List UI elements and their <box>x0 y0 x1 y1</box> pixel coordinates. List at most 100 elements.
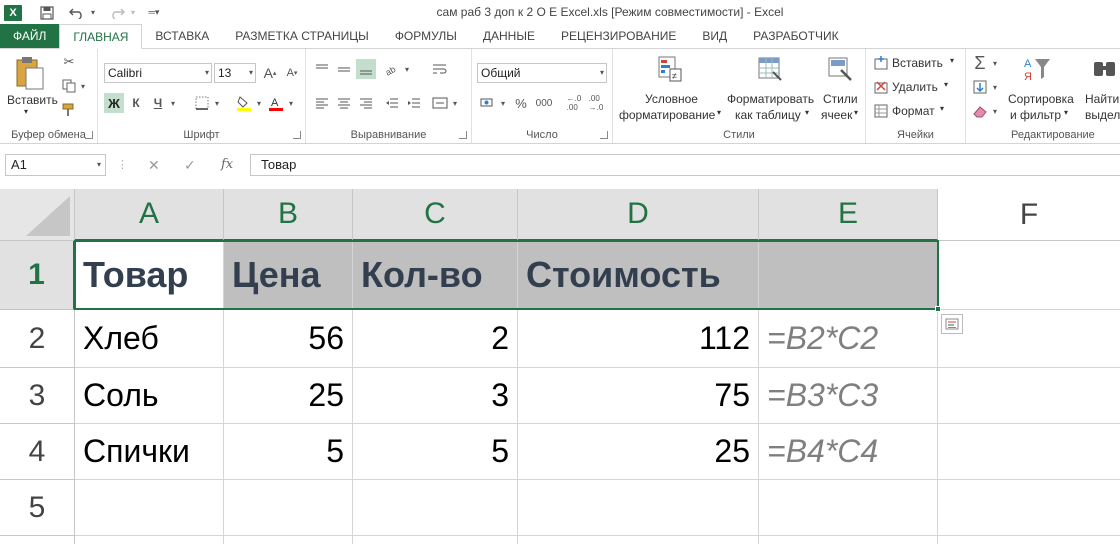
paste-icon[interactable] <box>12 55 48 91</box>
align-right-icon[interactable] <box>356 93 376 113</box>
font-size-combo[interactable]: 13 ▾ <box>214 63 256 83</box>
cell-styles-label-2[interactable]: ячеек <box>821 108 852 122</box>
merge-center-icon[interactable] <box>430 93 450 113</box>
cell-d4[interactable]: 25 <box>518 424 759 480</box>
cell-a5[interactable] <box>75 480 224 536</box>
decrease-decimal-icon[interactable]: .00 →.0 <box>586 93 606 113</box>
increase-indent-icon[interactable] <box>404 93 424 113</box>
column-header-f[interactable]: F <box>938 189 1120 241</box>
autosum-dropdown-icon[interactable]: ▾ <box>990 53 1000 73</box>
cell-f2[interactable] <box>938 310 1120 368</box>
sort-filter-icon[interactable]: АЯ <box>1022 53 1052 85</box>
format-cells-dropdown-icon[interactable]: ▾ <box>940 104 944 113</box>
borders-dropdown-icon[interactable]: ▾ <box>212 93 222 113</box>
row-header-3[interactable]: 3 <box>0 368 75 424</box>
font-color-icon[interactable]: A <box>266 93 286 113</box>
font-name-combo[interactable]: Calibri ▾ <box>104 63 212 83</box>
wrap-text-icon[interactable] <box>430 59 450 79</box>
cancel-entry-icon[interactable]: ✕ <box>148 154 160 176</box>
underline-dropdown-icon[interactable]: ▾ <box>168 93 178 113</box>
underline-button[interactable]: Ч <box>148 93 168 113</box>
cell-b2[interactable]: 56 <box>224 310 353 368</box>
cell-e2[interactable]: =B2*C2 <box>759 310 938 368</box>
cell-b5[interactable] <box>224 480 353 536</box>
cell-f5[interactable] <box>938 480 1120 536</box>
cell-styles-icon[interactable] <box>825 53 855 85</box>
sort-filter-label-1[interactable]: Сортировка <box>1008 92 1074 106</box>
bold-button[interactable]: Ж <box>104 93 124 113</box>
align-top-icon[interactable] <box>312 59 332 79</box>
cell-c3[interactable]: 3 <box>353 368 518 424</box>
insert-function-icon[interactable]: fx <box>221 154 233 176</box>
percent-style-icon[interactable]: % <box>512 93 530 113</box>
cell-d5[interactable] <box>518 480 759 536</box>
orientation-icon[interactable]: ab <box>382 59 402 79</box>
fill-color-dropdown-icon[interactable]: ▾ <box>254 93 264 113</box>
copy-icon[interactable] <box>60 77 78 95</box>
cell-c6[interactable] <box>353 536 518 544</box>
column-header-e[interactable]: E <box>759 189 938 241</box>
grow-font-icon[interactable]: A ▴ <box>260 63 280 83</box>
accounting-format-icon[interactable] <box>478 93 498 113</box>
tab-home[interactable]: ГЛАВНАЯ <box>59 24 143 49</box>
alignment-launcher-icon[interactable] <box>459 131 467 139</box>
italic-button[interactable]: К <box>126 93 146 113</box>
cell-a4[interactable]: Спички <box>75 424 224 480</box>
number-format-combo[interactable]: Общий ▾ <box>477 63 607 83</box>
confirm-entry-icon[interactable]: ✓ <box>184 154 196 176</box>
cut-icon[interactable]: ✂ <box>60 53 78 71</box>
column-header-a[interactable]: A <box>75 189 224 241</box>
cell-f4[interactable] <box>938 424 1120 480</box>
cell-a2[interactable]: Хлеб <box>75 310 224 368</box>
cell-d6[interactable] <box>518 536 759 544</box>
cell-a3[interactable]: Соль <box>75 368 224 424</box>
cell-c1[interactable]: Кол-во <box>353 241 518 310</box>
select-all-button[interactable] <box>0 189 75 241</box>
sort-filter-dropdown-icon[interactable]: ▾ <box>1064 108 1068 117</box>
orientation-dropdown-icon[interactable]: ▾ <box>402 59 412 79</box>
cell-c2[interactable]: 2 <box>353 310 518 368</box>
number-launcher-icon[interactable] <box>600 131 608 139</box>
conditional-formatting-label-2[interactable]: форматирование <box>619 108 715 122</box>
align-middle-icon[interactable] <box>334 59 354 79</box>
conditional-formatting-icon[interactable]: ≠ <box>655 53 685 85</box>
row-header-4[interactable]: 4 <box>0 424 75 480</box>
align-center-icon[interactable] <box>334 93 354 113</box>
align-left-icon[interactable] <box>312 93 332 113</box>
cell-b4[interactable]: 5 <box>224 424 353 480</box>
column-header-b[interactable]: B <box>224 189 353 241</box>
row-header-6[interactable] <box>0 536 75 544</box>
cell-e6[interactable] <box>759 536 938 544</box>
tab-page-layout[interactable]: РАЗМЕТКА СТРАНИЦЫ <box>222 24 382 48</box>
cell-e1[interactable] <box>759 241 938 310</box>
cell-f3[interactable] <box>938 368 1120 424</box>
fill-icon[interactable] <box>970 77 990 97</box>
cell-b3[interactable]: 25 <box>224 368 353 424</box>
shrink-font-icon[interactable]: A ▾ <box>282 63 302 83</box>
cell-styles-label-1[interactable]: Стили <box>823 92 858 106</box>
formula-input[interactable]: Товар <box>250 154 1120 176</box>
delete-cells-label[interactable]: Удалить <box>892 80 938 94</box>
format-cells-label[interactable]: Формат <box>892 104 935 118</box>
format-as-table-icon[interactable] <box>755 53 785 85</box>
quick-analysis-icon[interactable] <box>941 314 963 334</box>
cell-styles-dropdown-icon[interactable]: ▾ <box>854 108 858 117</box>
clear-dropdown-icon[interactable]: ▾ <box>990 101 1000 121</box>
cell-a6[interactable] <box>75 536 224 544</box>
column-header-c[interactable]: C <box>353 189 518 241</box>
cell-d3[interactable]: 75 <box>518 368 759 424</box>
paste-label[interactable]: Вставить <box>7 93 58 107</box>
clear-icon[interactable] <box>970 101 990 121</box>
conditional-formatting-dropdown-icon[interactable]: ▾ <box>717 108 721 117</box>
cell-e4[interactable]: =B4*C4 <box>759 424 938 480</box>
cell-a1[interactable]: Товар <box>75 241 224 310</box>
find-select-icon[interactable] <box>1090 53 1120 85</box>
copy-dropdown-icon[interactable]: ▾ <box>78 77 88 95</box>
cell-b1[interactable]: Цена <box>224 241 353 310</box>
cell-f1[interactable] <box>938 241 1120 310</box>
cell-d1[interactable]: Стоимость <box>518 241 759 310</box>
delete-cells-dropdown-icon[interactable]: ▾ <box>944 80 948 89</box>
autosum-icon[interactable]: Σ <box>970 53 990 73</box>
insert-cells-icon[interactable] <box>872 55 890 71</box>
cell-e3[interactable]: =B3*C3 <box>759 368 938 424</box>
